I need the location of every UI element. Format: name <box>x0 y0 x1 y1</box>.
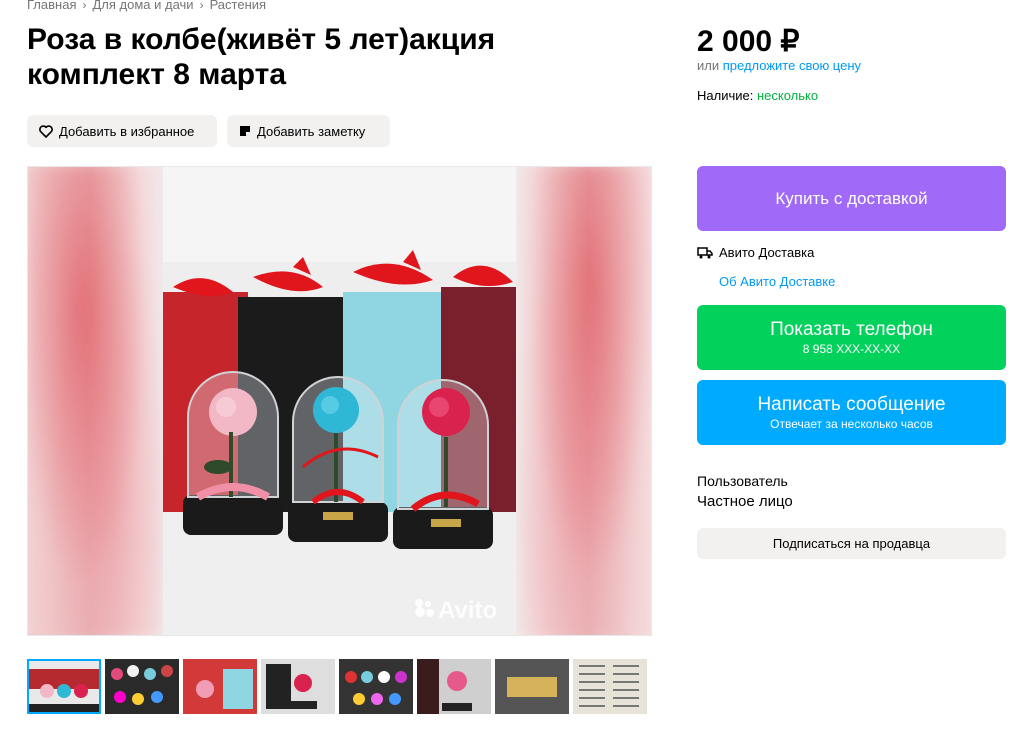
chevron-right-icon: › <box>199 0 204 12</box>
truck-icon <box>697 246 713 259</box>
about-delivery-link[interactable]: Об Авито Доставке <box>719 274 835 289</box>
page-title: Роза в колбе(живёт 5 лет)акция комплект … <box>27 23 496 91</box>
breadcrumb-plants[interactable]: Растения <box>210 0 267 12</box>
chevron-right-icon: › <box>82 0 87 12</box>
phone-number: 8 958 XXX-XX-XX <box>802 341 901 356</box>
avito-logo-icon <box>413 597 435 625</box>
breadcrumb: Главная › Для дома и дачи › Растения <box>27 0 266 12</box>
write-message-label: Написать сообщение <box>757 393 946 415</box>
heart-icon <box>39 124 53 138</box>
breadcrumb-home[interactable]: Главная <box>27 0 76 12</box>
avito-delivery-label: Авито Доставка <box>719 245 815 260</box>
thumbnail-1[interactable] <box>27 659 101 714</box>
seller-type: Частное лицо <box>697 493 793 510</box>
thumbnail-5[interactable] <box>339 659 413 714</box>
watermark-text: Avito <box>438 597 498 624</box>
show-phone-button[interactable]: Показать телефон 8 958 XXX-XX-XX <box>697 305 1006 370</box>
product-photo <box>163 167 516 635</box>
thumbnail-6[interactable] <box>417 659 491 714</box>
price-offer-prefix: или <box>697 58 720 73</box>
offer-price-link[interactable]: предложите свою цену <box>723 58 861 73</box>
avito-watermark: Avito <box>413 597 497 625</box>
thumbnail-4[interactable] <box>261 659 335 714</box>
buy-with-delivery-button[interactable]: Купить с доставкой <box>697 166 1006 231</box>
add-note-button[interactable]: Добавить заметку <box>227 115 390 147</box>
price: 2 000 ₽ <box>697 25 800 58</box>
response-time: Отвечает за несколько часов <box>770 416 933 431</box>
add-note-label: Добавить заметку <box>257 123 366 139</box>
avito-delivery: Авито Доставка <box>697 245 814 260</box>
thumbnail-3[interactable] <box>183 659 257 714</box>
add-to-favorites-button[interactable]: Добавить в избранное <box>27 115 217 147</box>
main-photo-gallery[interactable]: Avito <box>27 166 652 636</box>
availability: Наличие: несколько <box>697 88 818 103</box>
subscribe-seller-button[interactable]: Подписаться на продавца <box>697 528 1006 559</box>
thumbnail-2[interactable] <box>105 659 179 714</box>
price-offer: или предложите свою цену <box>697 58 861 73</box>
thumbnail-8[interactable] <box>573 659 647 714</box>
thumbnail-7[interactable] <box>495 659 569 714</box>
thumbnail-strip <box>27 659 647 714</box>
availability-label: Наличие: <box>697 88 754 103</box>
show-phone-label: Показать телефон <box>770 318 933 340</box>
seller-name[interactable]: Пользователь <box>697 473 788 489</box>
write-message-button[interactable]: Написать сообщение Отвечает за несколько… <box>697 380 1006 445</box>
add-to-favorites-label: Добавить в избранное <box>59 123 195 139</box>
note-icon <box>239 125 251 137</box>
availability-value: несколько <box>756 88 819 103</box>
breadcrumb-home-garden[interactable]: Для дома и дачи <box>92 0 193 12</box>
